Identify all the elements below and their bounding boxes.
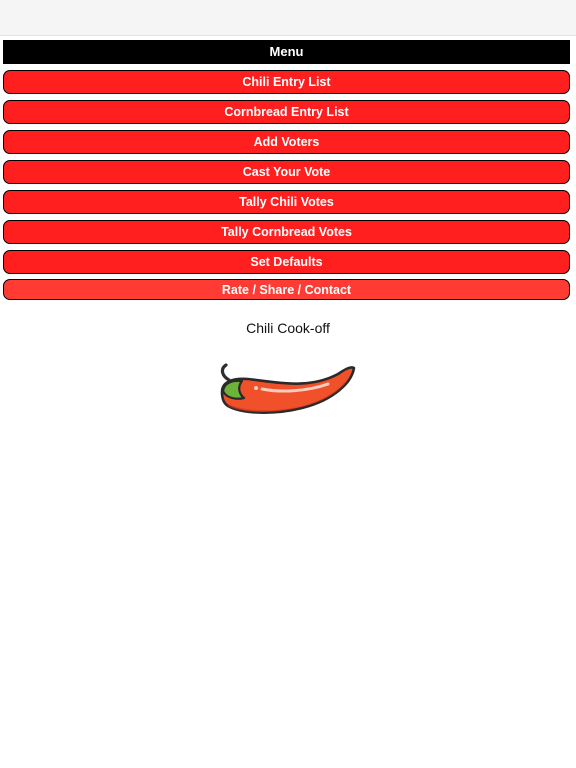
top-status-bar (0, 0, 576, 36)
cast-your-vote-button[interactable]: Cast Your Vote (3, 160, 570, 184)
set-defaults-button[interactable]: Set Defaults (3, 250, 570, 274)
menu-header: Menu (3, 40, 570, 64)
cornbread-entry-list-button[interactable]: Cornbread Entry List (3, 100, 570, 124)
rate-share-contact-button[interactable]: Rate / Share / Contact (3, 279, 570, 300)
tally-cornbread-votes-button[interactable]: Tally Cornbread Votes (3, 220, 570, 244)
page-title: Chili Cook-off (246, 320, 330, 336)
chili-pepper-icon (220, 363, 356, 414)
tally-chili-votes-button[interactable]: Tally Chili Votes (3, 190, 570, 214)
chili-entry-list-button[interactable]: Chili Entry List (3, 70, 570, 94)
add-voters-button[interactable]: Add Voters (3, 130, 570, 154)
